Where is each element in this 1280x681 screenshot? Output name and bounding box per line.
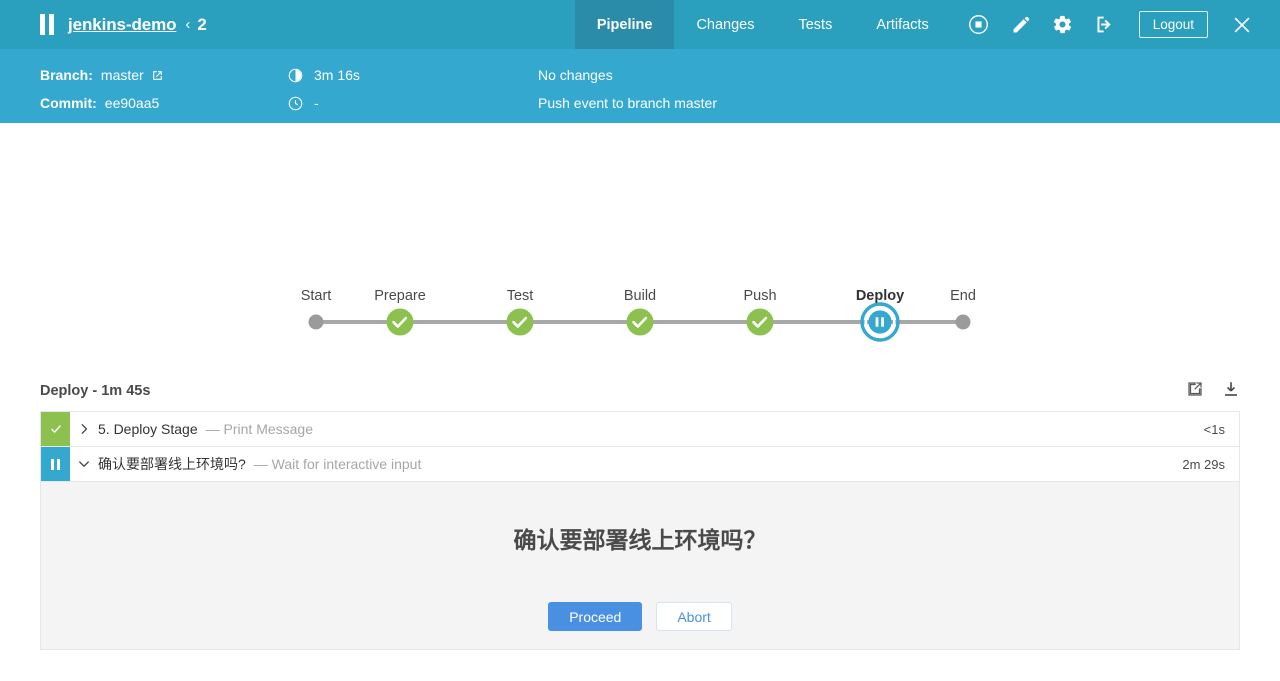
logout-button[interactable]: Logout bbox=[1139, 11, 1208, 38]
clock-icon bbox=[288, 96, 303, 111]
abort-button[interactable]: Abort bbox=[656, 602, 731, 631]
branch-row: Branch: master bbox=[40, 61, 164, 89]
header-actions: Logout bbox=[951, 0, 1280, 49]
close-icon[interactable] bbox=[1228, 11, 1256, 39]
stage-label-end: End bbox=[950, 288, 976, 304]
chevron-down-icon[interactable] bbox=[70, 447, 98, 481]
cause-text: Push event to branch master bbox=[538, 95, 717, 111]
stage-node-build[interactable] bbox=[627, 309, 654, 336]
stage-log-actions bbox=[1186, 380, 1240, 403]
logout-arrow-icon[interactable] bbox=[1091, 11, 1119, 39]
external-link-icon[interactable] bbox=[151, 69, 164, 82]
step-name: 确认要部署线上环境吗? bbox=[98, 454, 246, 474]
tab-changes[interactable]: Changes bbox=[674, 0, 776, 49]
stage-node-prepare[interactable] bbox=[387, 309, 414, 336]
step-status-paused-icon bbox=[41, 447, 70, 481]
pipeline-graph: Start Prepare Test Build Push Deploy End bbox=[0, 123, 1280, 371]
gear-icon[interactable] bbox=[1049, 11, 1077, 39]
info-column-scm: Branch: master Commit: ee90aa5 bbox=[40, 61, 164, 117]
pipeline-name-link[interactable]: jenkins-demo bbox=[68, 15, 176, 35]
step-duration: <1s bbox=[1204, 412, 1239, 446]
tab-pipeline[interactable]: Pipeline bbox=[575, 0, 675, 49]
stage-label-prepare: Prepare bbox=[374, 288, 426, 304]
proceed-button[interactable]: Proceed bbox=[548, 602, 642, 631]
info-column-changes: No changes Push event to branch master bbox=[538, 61, 717, 117]
stage-node-start[interactable] bbox=[309, 315, 324, 330]
duration-row: 3m 16s bbox=[288, 61, 360, 89]
pause-icon bbox=[40, 14, 54, 35]
stage-label-test: Test bbox=[507, 288, 534, 304]
run-info-bar: Branch: master Commit: ee90aa5 3m 16s bbox=[0, 49, 1280, 123]
chevron-right-icon[interactable] bbox=[70, 412, 98, 446]
step-status-success-icon bbox=[41, 412, 70, 446]
changes-row: No changes bbox=[538, 61, 717, 89]
step-label-group: 确认要部署线上环境吗? — Wait for interactive input bbox=[98, 447, 1182, 481]
queued-row: - bbox=[288, 89, 360, 117]
tab-tests[interactable]: Tests bbox=[776, 0, 854, 49]
stage-log-section: Deploy - 1m 45s bbox=[0, 371, 1280, 650]
table-row[interactable]: 确认要部署线上环境吗? — Wait for interactive input… bbox=[41, 447, 1239, 482]
duration-value: 3m 16s bbox=[314, 67, 360, 83]
stage-node-end[interactable] bbox=[956, 315, 971, 330]
edit-pencil-icon[interactable] bbox=[1007, 11, 1035, 39]
duration-icon bbox=[288, 68, 303, 83]
run-number: 2 bbox=[197, 15, 206, 35]
breadcrumb-chevron-icon: ‹ bbox=[185, 17, 190, 32]
download-icon[interactable] bbox=[1222, 380, 1240, 403]
step-description: — Wait for interactive input bbox=[254, 456, 422, 472]
app-header: jenkins-demo ‹ 2 Pipeline Changes Tests … bbox=[0, 0, 1280, 49]
stage-label-push: Push bbox=[743, 288, 776, 304]
step-name: 5. Deploy Stage bbox=[98, 421, 198, 437]
queued-value: - bbox=[314, 95, 319, 111]
header-left: jenkins-demo ‹ 2 bbox=[0, 0, 575, 49]
commit-row: Commit: ee90aa5 bbox=[40, 89, 164, 117]
external-link-icon[interactable] bbox=[1186, 380, 1204, 403]
input-prompt-title: 确认要部署线上环境吗？ bbox=[514, 521, 767, 555]
step-duration: 2m 29s bbox=[1182, 447, 1239, 481]
step-description: — Print Message bbox=[206, 421, 313, 437]
changes-text: No changes bbox=[538, 67, 613, 83]
step-label-group: 5. Deploy Stage — Print Message bbox=[98, 412, 1204, 446]
commit-label: Commit: bbox=[40, 95, 97, 111]
stage-node-test[interactable] bbox=[507, 309, 534, 336]
stage-log-title: Deploy - 1m 45s bbox=[40, 383, 150, 399]
pipeline-graph-svg bbox=[0, 123, 1280, 371]
stage-node-push[interactable] bbox=[747, 309, 774, 336]
input-prompt-buttons: Proceed Abort bbox=[548, 602, 732, 631]
branch-value: master bbox=[101, 67, 144, 83]
tab-artifacts[interactable]: Artifacts bbox=[854, 0, 950, 49]
stage-log-header: Deploy - 1m 45s bbox=[40, 371, 1240, 411]
stage-label-build: Build bbox=[624, 288, 656, 304]
header-tabs: Pipeline Changes Tests Artifacts bbox=[575, 0, 951, 49]
stop-icon[interactable] bbox=[965, 11, 993, 39]
stage-label-deploy: Deploy bbox=[856, 288, 904, 304]
branch-label: Branch: bbox=[40, 67, 93, 83]
input-prompt-panel: 确认要部署线上环境吗？ Proceed Abort bbox=[40, 482, 1240, 650]
step-list: 5. Deploy Stage — Print Message <1s 确认要部… bbox=[40, 411, 1240, 482]
cause-row: Push event to branch master bbox=[538, 89, 717, 117]
stage-label-start: Start bbox=[301, 288, 332, 304]
table-row[interactable]: 5. Deploy Stage — Print Message <1s bbox=[41, 412, 1239, 447]
info-column-timing: 3m 16s - bbox=[288, 61, 360, 117]
commit-value: ee90aa5 bbox=[105, 95, 160, 111]
